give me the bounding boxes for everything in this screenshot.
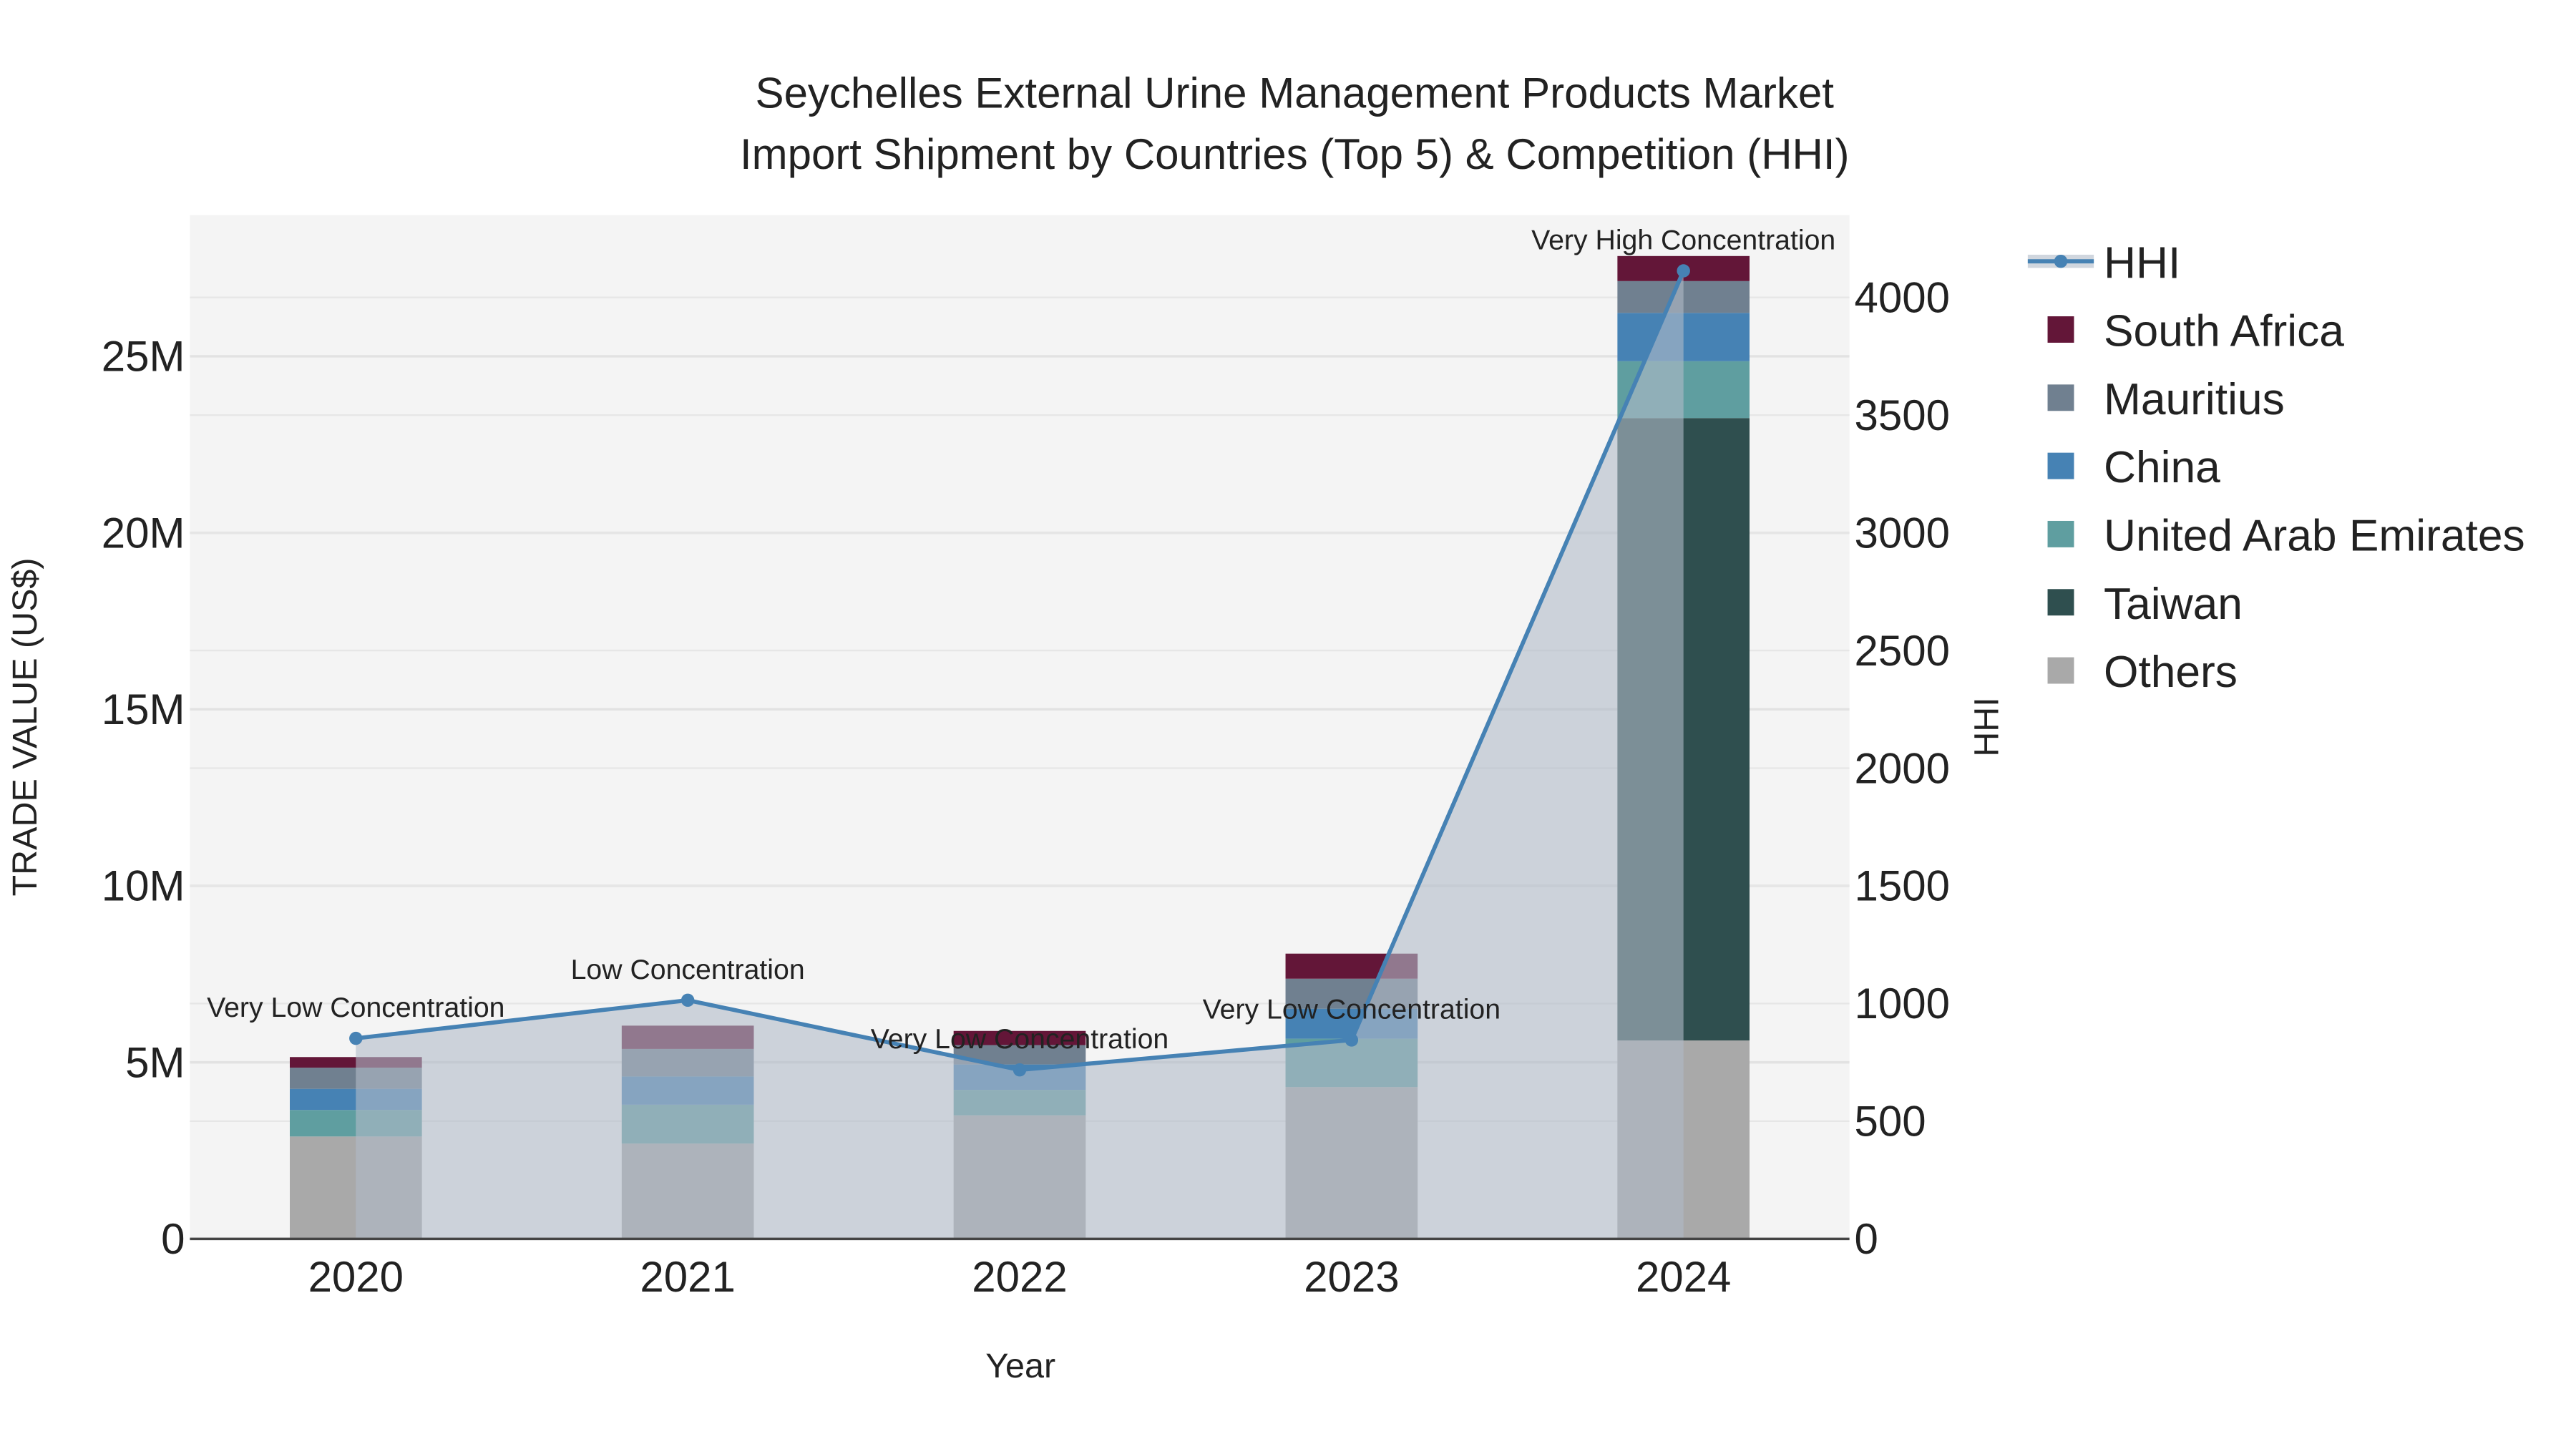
y2-tick-label: 1500 <box>1855 862 1950 910</box>
bar-mauritius-2024 <box>1617 280 1750 313</box>
y2-tick-label: 500 <box>1855 1098 1926 1146</box>
y2-tick-label: 3000 <box>1855 509 1950 557</box>
legend-swatch-south-africa <box>2047 316 2074 343</box>
legend-label-others: Others <box>2104 648 2238 697</box>
x-tick-label: 2021 <box>640 1253 735 1301</box>
y2-axis-title: HHI <box>1967 697 2006 756</box>
y-tick-label: 25M <box>102 333 185 381</box>
y2-tick-label: 3500 <box>1855 391 1950 439</box>
legend-label-hhi: HHI <box>2104 238 2180 288</box>
hhi-point-2024 <box>1677 264 1690 278</box>
legend-label-united-arab-emirates: United Arab Emirates <box>2104 512 2525 561</box>
legend-label-taiwan: Taiwan <box>2104 580 2243 629</box>
hhi-annotation: Very Low Concentration <box>207 992 504 1023</box>
hhi-annotation: Very Low Concentration <box>871 1023 1169 1055</box>
hhi-point-2023 <box>1345 1033 1359 1047</box>
legend-swatch-united-arab-emirates <box>2047 520 2074 547</box>
y-tick-label: 10M <box>102 862 185 910</box>
y2-tick-label: 2500 <box>1855 627 1950 675</box>
legend-label-south-africa: South Africa <box>2104 307 2344 356</box>
legend-swatch-mauritius <box>2047 384 2074 411</box>
legend-swatch-taiwan <box>2047 589 2074 616</box>
x-tick-label: 2020 <box>308 1253 404 1301</box>
legend-swatch-china <box>2047 452 2074 479</box>
y-tick-label: 0 <box>161 1215 185 1263</box>
y-tick-label: 20M <box>102 509 185 557</box>
hhi-annotation: Very High Concentration <box>1531 225 1835 256</box>
legend-label-mauritius: Mauritius <box>2104 375 2285 424</box>
legend-swatch-hhi-marker <box>2054 254 2068 268</box>
x-tick-label: 2024 <box>1636 1253 1731 1301</box>
hhi-annotation: Very Low Concentration <box>1203 993 1501 1025</box>
chart: Very Low Concentration Low Concentration V… <box>0 0 2576 1449</box>
y2-tick-label: 0 <box>1855 1215 1878 1263</box>
hhi-point-2022 <box>1013 1063 1027 1077</box>
y2-tick-label: 4000 <box>1855 273 1950 321</box>
bar-china-2024 <box>1617 313 1750 361</box>
chart-title-line1: Seychelles External Urine Management Pro… <box>756 69 1835 117</box>
x-axis-title: Year <box>985 1347 1055 1385</box>
legend-swatch-others <box>2047 657 2074 684</box>
hhi-point-2020 <box>349 1031 363 1045</box>
x-tick-label: 2022 <box>972 1253 1067 1301</box>
y2-tick-label: 2000 <box>1855 744 1950 792</box>
y2-tick-label: 1000 <box>1855 980 1950 1028</box>
hhi-annotation: Low Concentration <box>571 954 805 985</box>
x-tick-label: 2023 <box>1304 1253 1399 1301</box>
y-tick-label: 15M <box>102 686 185 733</box>
chart-title-line2: Import Shipment by Countries (Top 5) & C… <box>740 130 1850 178</box>
legend-label-china: China <box>2104 443 2220 492</box>
y-tick-label: 5M <box>125 1038 185 1086</box>
hhi-point-2021 <box>680 993 695 1008</box>
y-axis-title: TRADE VALUE (US$) <box>6 557 44 896</box>
